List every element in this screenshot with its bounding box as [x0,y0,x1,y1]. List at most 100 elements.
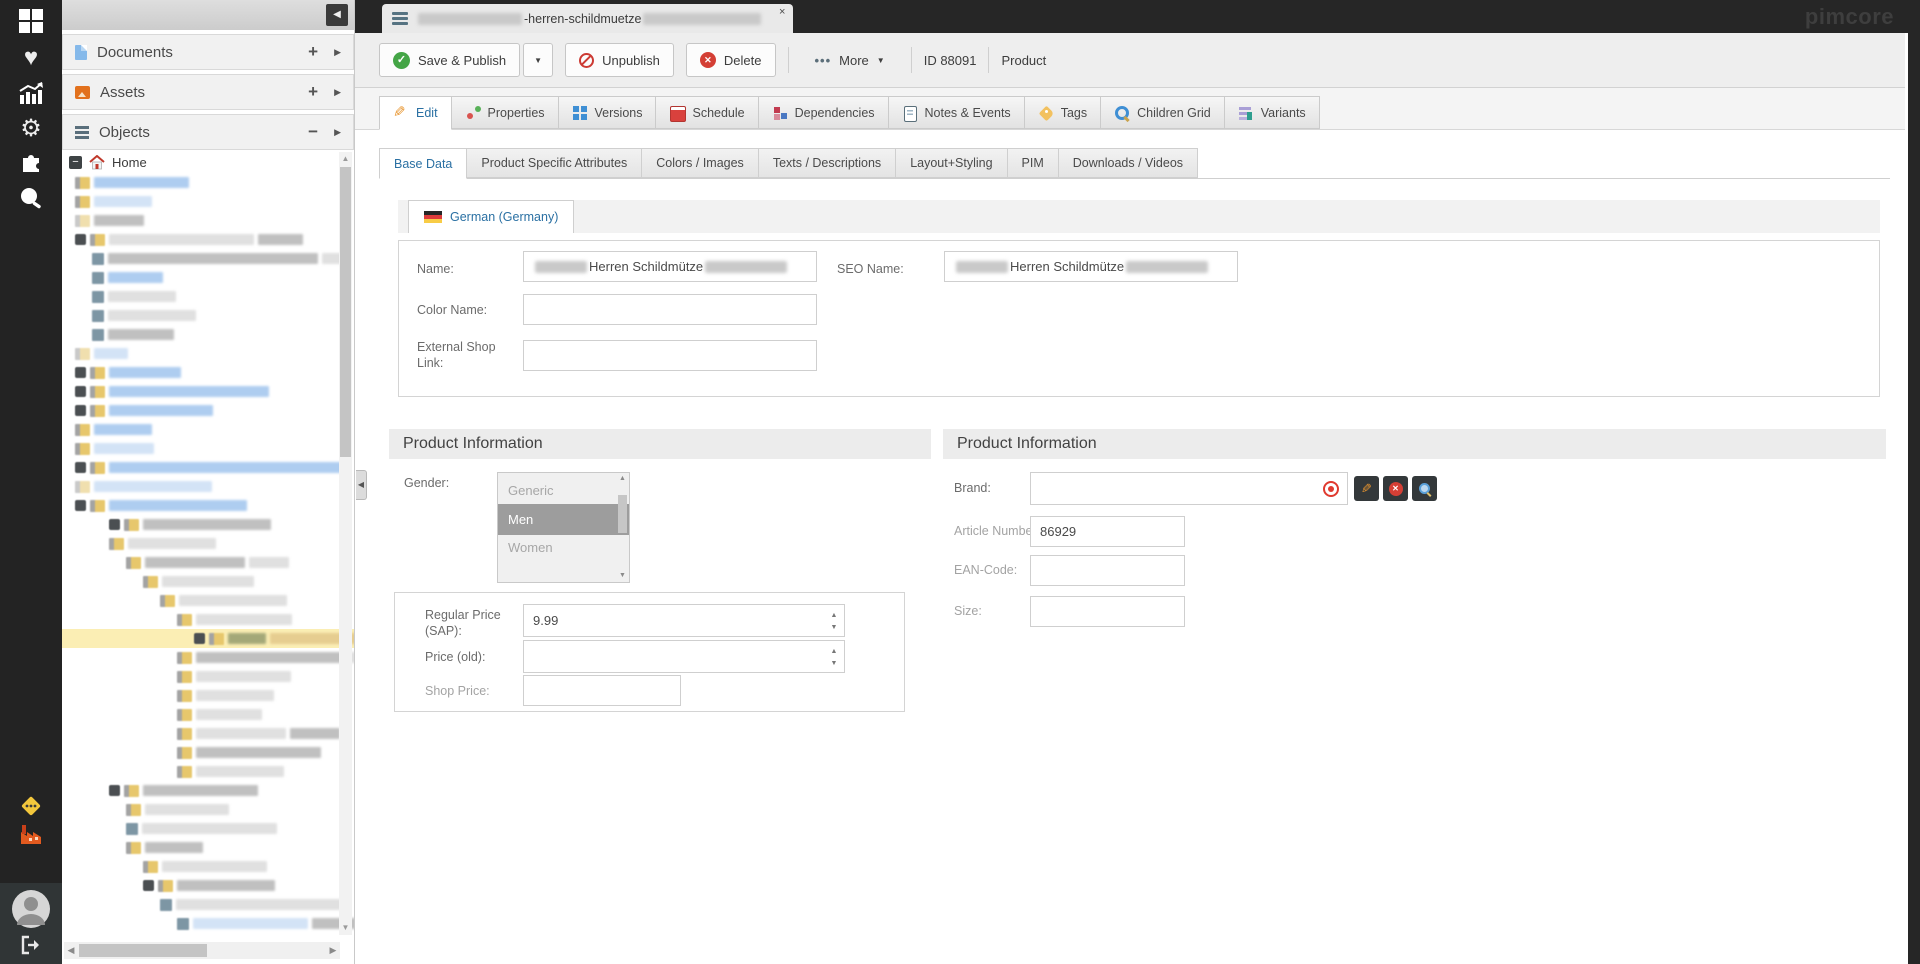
subtab-base-data[interactable]: Base Data [379,148,467,179]
brand-input[interactable] [1030,472,1348,505]
expand-toggle-icon[interactable] [75,234,86,245]
hamburger-icon[interactable] [392,12,408,25]
accordion-assets[interactable]: Assets + ▶ [62,74,354,110]
tab-children-grid[interactable]: Children Grid [1101,96,1225,129]
tree-row[interactable] [62,819,354,838]
tab-properties[interactable]: Properties [452,96,559,129]
tree-row[interactable] [62,838,354,857]
chevron-right-icon[interactable]: ▶ [334,47,341,58]
expand-toggle-icon[interactable] [109,785,120,796]
tree-row[interactable] [62,781,354,800]
subtab-product-specific-attributes[interactable]: Product Specific Attributes [467,148,642,178]
brand-search-button[interactable] [1412,476,1437,501]
number-spinner[interactable]: ▲▼ [825,642,843,673]
listbox-scrollbar[interactable]: ▲ ▼ [616,473,629,582]
tree-row[interactable] [62,325,354,344]
dashboard-grid-icon[interactable] [0,8,62,34]
article-number-input[interactable]: 86929 [1030,516,1185,547]
expand-toggle-icon[interactable] [75,405,86,416]
tree-row[interactable] [62,572,354,591]
tree-row[interactable] [62,382,354,401]
favorites-heart-icon[interactable]: ♥ [0,44,62,72]
tree-row[interactable] [62,477,354,496]
tab-german-germany[interactable]: German (Germany) [408,200,574,233]
tab-variants[interactable]: Variants [1225,96,1320,129]
tree-row[interactable] [62,420,354,439]
spin-down-icon[interactable]: ▼ [831,660,838,667]
tree-row[interactable] [62,667,354,686]
external-shop-link-input[interactable] [523,340,817,371]
tree-row[interactable] [62,762,354,781]
collapse-toggle-icon[interactable]: − [69,156,82,169]
size-input[interactable] [1030,596,1185,627]
tree-row[interactable] [62,401,354,420]
expand-toggle-icon[interactable] [75,462,86,473]
gender-listbox[interactable]: GenericMenWomen ▲ ▼ [497,472,630,583]
scrollbar-thumb[interactable] [79,944,207,957]
more-button[interactable]: ••• More ▼ [801,43,899,77]
expand-toggle-icon[interactable] [143,880,154,891]
tree-row[interactable] [62,173,354,192]
tree-row[interactable] [62,553,354,572]
ean-code-input[interactable] [1030,555,1185,586]
tree-row[interactable] [62,344,354,363]
splitter-collapse-handle[interactable]: ◀ [356,470,367,500]
tree-row[interactable] [62,230,354,249]
tree-row[interactable] [62,857,354,876]
scrollbar-thumb[interactable] [340,167,351,457]
tree-row[interactable] [62,743,354,762]
expand-toggle-icon[interactable] [109,519,120,530]
price-old-input[interactable]: ▲▼ [523,640,845,673]
name-input[interactable]: Herren Schildmütze [523,251,817,282]
tree-row[interactable] [62,876,354,895]
brand-edit-button[interactable]: ✎ [1354,476,1379,501]
chevron-right-icon[interactable]: ▶ [334,127,341,138]
expand-toggle-icon[interactable] [194,633,205,644]
tree-row[interactable] [62,591,354,610]
scrollbar-thumb[interactable] [618,495,627,533]
open-object-tab[interactable]: -herren-schildmuetze × [382,4,793,33]
logout-icon[interactable] [0,935,62,955]
tree-row[interactable] [62,268,354,287]
tab-versions[interactable]: Versions [559,96,657,129]
brand-remove-button[interactable]: ✕ [1383,476,1408,501]
add-asset-button[interactable]: + [308,82,318,102]
tree-row[interactable] [62,306,354,325]
tree-row[interactable] [62,458,354,477]
save-publish-button[interactable]: ✓ Save & Publish [379,43,520,77]
regular-price-input[interactable]: 9.99 ▲▼ [523,604,845,637]
subtab-downloads-videos[interactable]: Downloads / Videos [1059,148,1198,178]
gender-option-generic[interactable]: Generic [498,478,629,504]
accordion-objects[interactable]: Objects − ▶ [62,114,354,150]
gender-option-men[interactable]: Men [498,504,629,535]
tree-row[interactable] [62,211,354,230]
tree-row[interactable] [62,534,354,553]
tree-row[interactable] [62,439,354,458]
scroll-left-icon[interactable]: ◀ [64,945,78,956]
maintenance-sign-icon[interactable] [0,793,62,819]
scroll-down-icon[interactable]: ▼ [616,570,629,582]
tab-edit[interactable]: Edit [379,96,452,130]
tree-row[interactable] [62,705,354,724]
scroll-up-icon[interactable]: ▲ [616,473,629,485]
tree-row[interactable] [62,192,354,211]
scroll-right-icon[interactable]: ▶ [326,945,340,956]
user-avatar[interactable] [0,889,62,929]
tab-schedule[interactable]: Schedule [656,96,758,129]
tree-vertical-scrollbar[interactable]: ▲ ▼ [339,152,352,935]
subtab-texts-descriptions[interactable]: Texts / Descriptions [759,148,896,178]
save-options-dropdown[interactable]: ▼ [523,43,553,77]
shop-price-input[interactable] [523,675,681,706]
tree-row[interactable] [62,686,354,705]
tree-row[interactable] [62,724,354,743]
tree-row[interactable] [62,895,354,914]
tab-dependencies[interactable]: Dependencies [759,96,889,129]
tree-row[interactable] [62,363,354,382]
tree-row[interactable] [62,496,354,515]
tab-notes-events[interactable]: Notes & Events [889,96,1025,129]
tree-node-home[interactable]: − Home [62,150,354,173]
expand-toggle-icon[interactable] [75,386,86,397]
seo-name-input[interactable]: Herren Schildmütze [944,251,1238,282]
plugins-puzzle-icon[interactable] [0,150,62,172]
close-tab-icon[interactable]: × [779,6,785,18]
